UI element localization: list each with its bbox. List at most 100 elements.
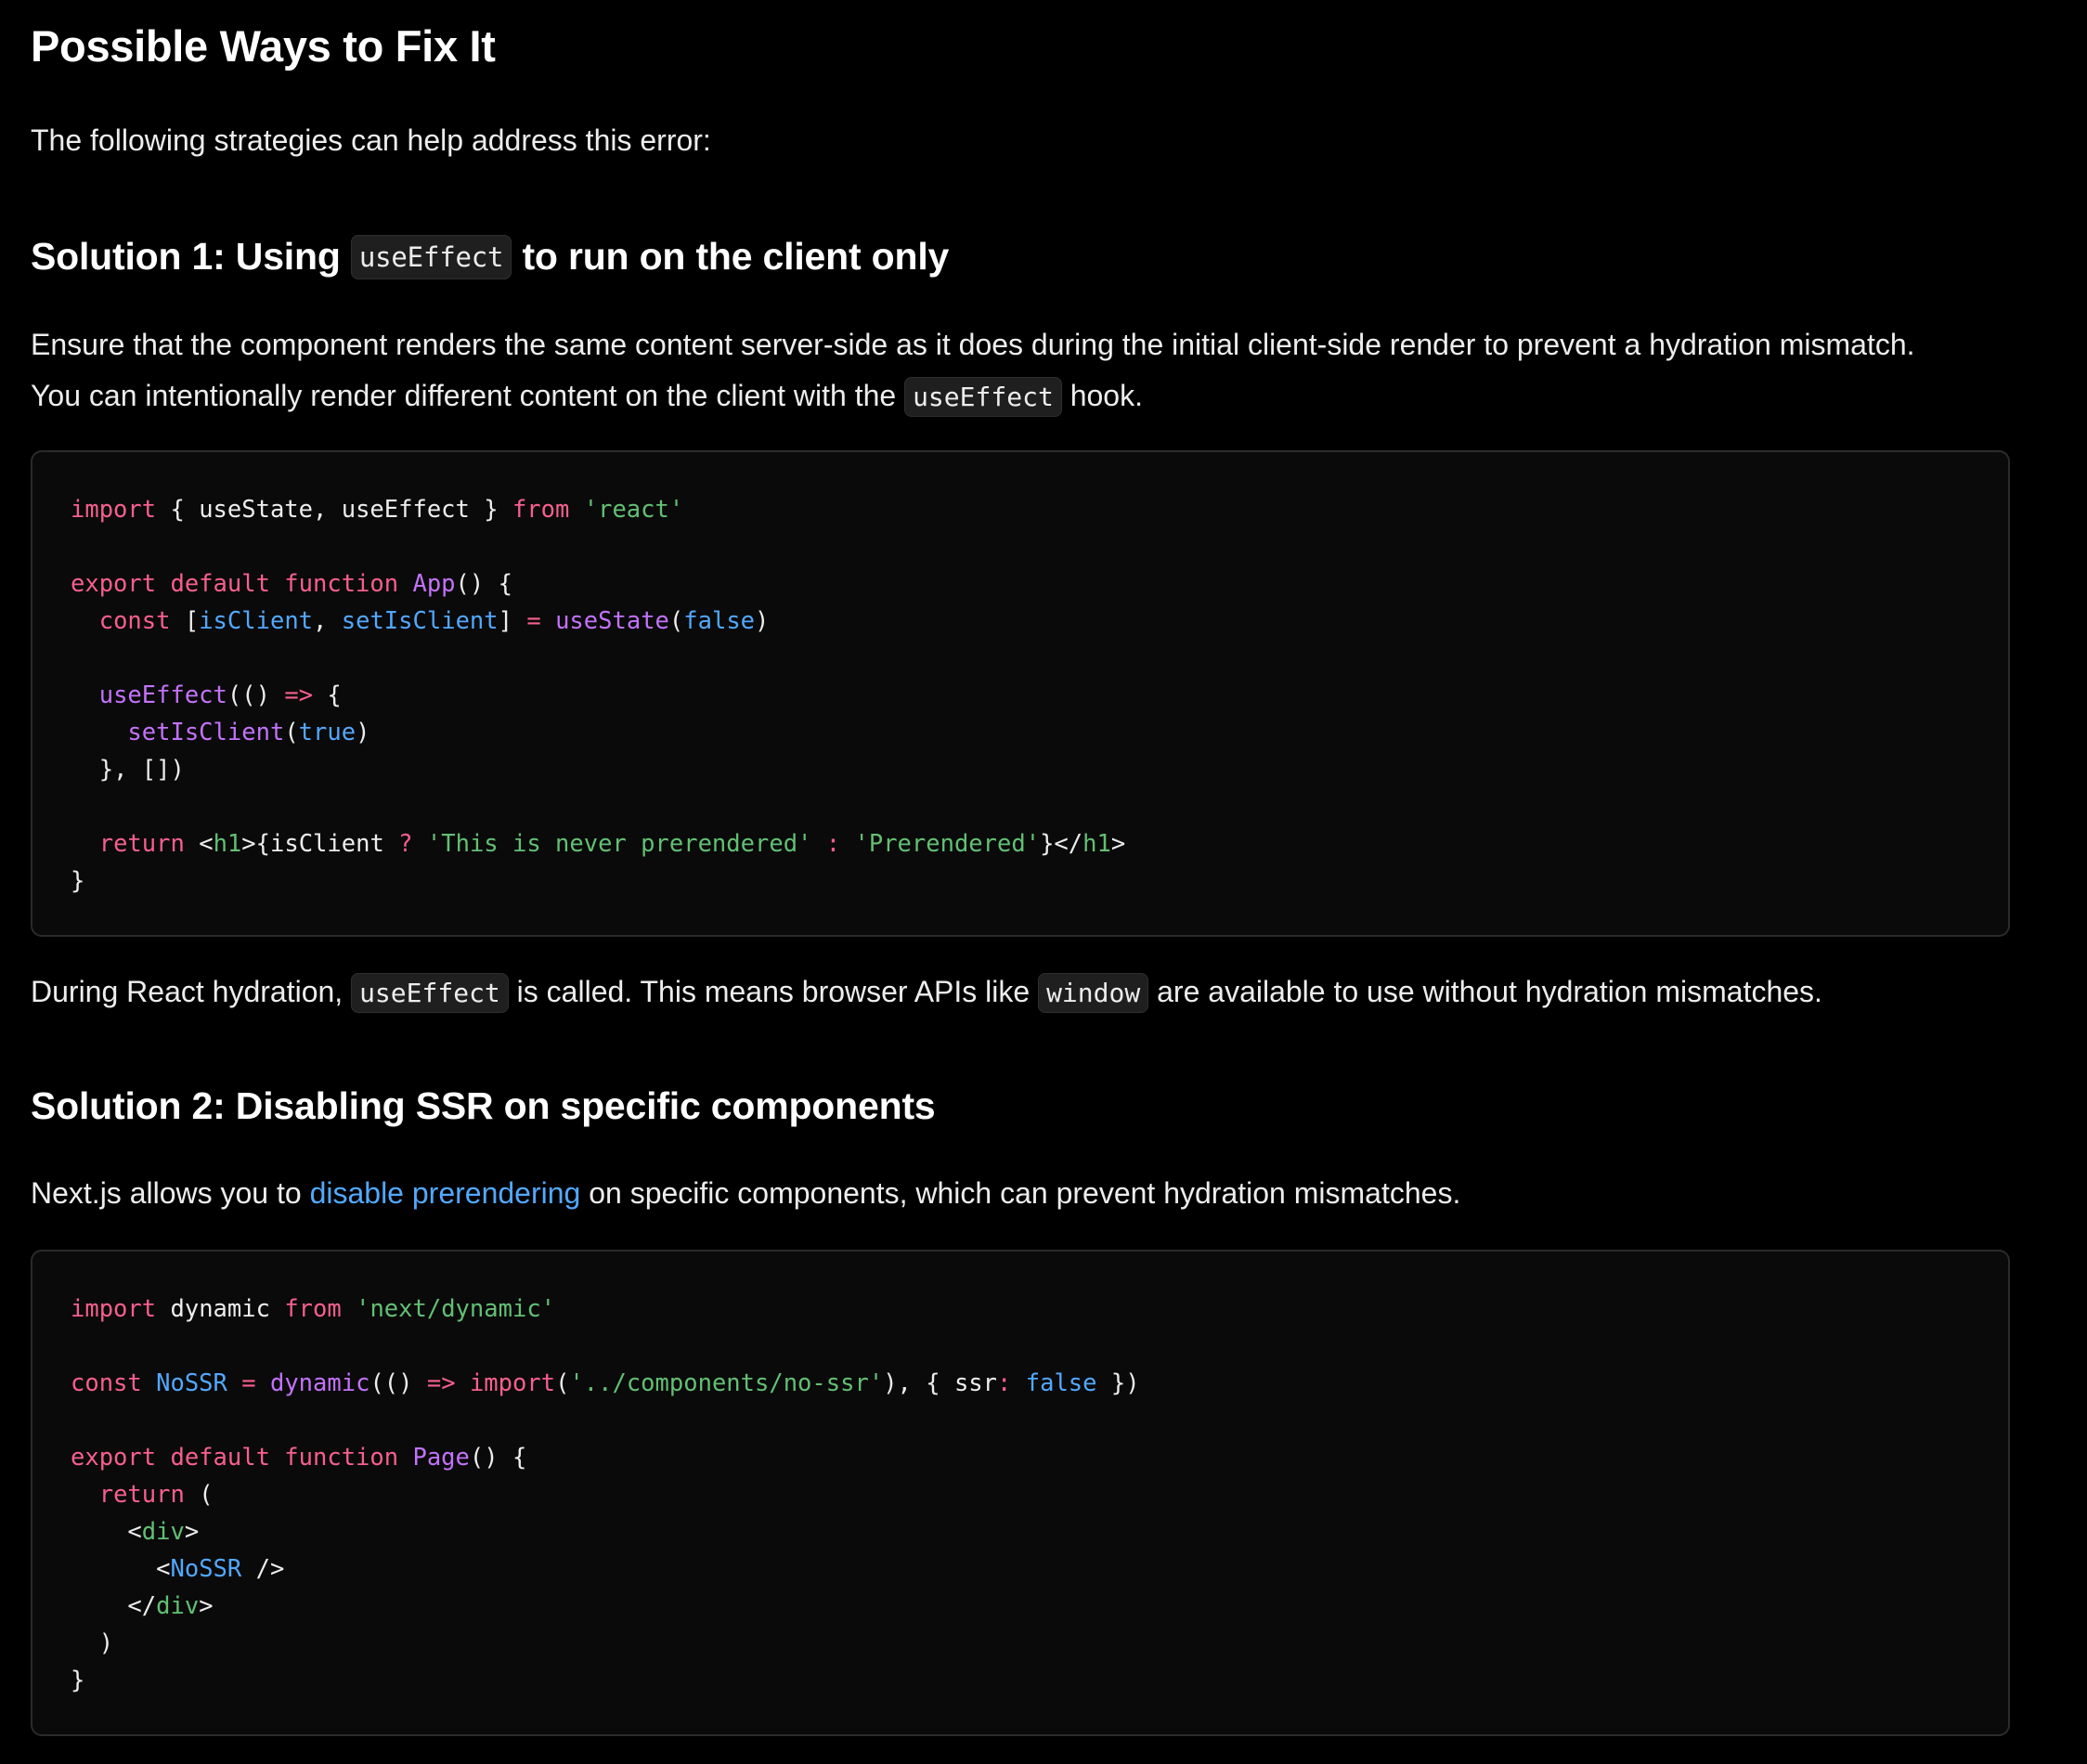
text-segment: are available to use without hydration m… [1157, 975, 1822, 1008]
text-segment: on specific components, which can preven… [589, 1176, 1461, 1210]
code-token: const [71, 1369, 142, 1397]
code-token: = [526, 607, 541, 635]
code-token: isClient [199, 607, 314, 635]
code-token: false [1025, 1369, 1097, 1397]
code-token: (() [369, 1369, 427, 1397]
code-token: dynamic [170, 1295, 270, 1323]
solution-1-after-paragraph: During React hydration, useEffect is cal… [31, 966, 1822, 1019]
text-segment: Next.js allows you to [31, 1176, 302, 1210]
code-token: export default function [71, 1444, 399, 1472]
code-token: 'next/dynamic' [356, 1295, 556, 1323]
code-token: () { [469, 1444, 527, 1472]
code-token: import [71, 1295, 157, 1323]
code-token: < [127, 1518, 142, 1546]
inline-code: useEffect [351, 973, 509, 1013]
solution-1-heading-prefix: Solution 1: Using [31, 235, 341, 278]
code-line: return ( [71, 1476, 2008, 1513]
code-line: <div> [71, 1513, 2008, 1550]
code-token: const [98, 607, 171, 635]
code-token: ( [184, 1481, 214, 1509]
code-token: > [1110, 830, 1126, 858]
code-token: ( [284, 719, 299, 746]
solution-2-paragraph: Next.js allows you to disable prerenderi… [31, 1167, 1460, 1219]
code-token: = [241, 1369, 256, 1397]
code-token: } [71, 867, 85, 895]
code-token: () { [455, 570, 512, 598]
code-token: import [469, 1369, 556, 1397]
code-token: ( [668, 607, 684, 635]
page-title: Possible Ways to Fix It [31, 21, 496, 71]
inline-code: useEffect [904, 377, 1062, 417]
solution-2-heading: Solution 2: Disabling SSR on specific co… [31, 1084, 936, 1127]
code-token: ) [98, 1629, 114, 1657]
code-line: ) [71, 1625, 2008, 1662]
code-token: => [426, 1369, 456, 1397]
code-token: App [412, 570, 456, 598]
code-line: } [71, 1662, 2008, 1699]
code-line: const NoSSR = dynamic(() => import('../c… [71, 1365, 2008, 1402]
solution-1-heading: Solution 1: Using useEffect to run on th… [31, 235, 949, 279]
text-segment: You can intentionally render different c… [31, 379, 897, 412]
code-token: } [71, 1667, 85, 1694]
intro-paragraph: The following strategies can help addres… [31, 123, 711, 157]
code-token: ) [755, 607, 770, 635]
code-line: } [71, 863, 2008, 900]
code-token: </ [127, 1592, 157, 1620]
code-token: ), { ssr [883, 1369, 998, 1397]
code-token: useState [555, 607, 669, 635]
code-token: ] [498, 607, 527, 635]
code-line: export default function App() { [71, 565, 2008, 603]
code-line: return <h1>{isClient ? 'This is never pr… [71, 825, 2008, 863]
code-token: import [71, 496, 157, 524]
code-token: useEffect [98, 681, 227, 709]
code-token: NoSSR [156, 1369, 227, 1397]
text-segment: is called. This means browser APIs like [516, 975, 1031, 1008]
disable-prerendering-link[interactable]: disable prerendering [310, 1176, 581, 1210]
code-line: useEffect(() => { [71, 677, 2008, 714]
code-token: => [284, 681, 314, 709]
code-token: return [98, 830, 185, 858]
code-token: div [141, 1518, 185, 1546]
text-segment: hook. [1069, 379, 1143, 412]
code-token: true [298, 719, 356, 746]
inline-code: window [1038, 973, 1149, 1013]
code-token: > [199, 1592, 214, 1620]
code-token: ? [398, 830, 413, 858]
code-token: [ [184, 607, 200, 635]
code-line: const [isClient, setIsClient] = useState… [71, 603, 2008, 640]
code-token: ) [356, 719, 370, 746]
code-token: < [199, 830, 214, 858]
code-token: /> [241, 1555, 285, 1583]
code-token: ( [555, 1369, 570, 1397]
code-token: NoSSR [170, 1555, 242, 1583]
code-token: }</ [1040, 830, 1083, 858]
code-token: false [683, 607, 756, 635]
code-token: : [825, 830, 841, 858]
code-token: (() [227, 681, 285, 709]
code-line: import { useState, useEffect } from 'rea… [71, 491, 2008, 528]
solution-1-paragraph-line-2: You can intentionally render different c… [31, 370, 1143, 423]
solution-1-paragraph-line-1: Ensure that the component renders the sa… [31, 328, 1915, 361]
code-block-2[interactable]: import dynamic from 'next/dynamic' const … [31, 1250, 2010, 1736]
code-token: { useState, useEffect } [170, 496, 499, 524]
code-token: h1 [1082, 830, 1111, 858]
code-token: > [184, 1518, 200, 1546]
code-token: }) [1096, 1369, 1140, 1397]
code-line: }, []) [71, 751, 2008, 788]
code-token: Page [412, 1444, 470, 1472]
inline-code: useEffect [350, 235, 512, 279]
code-token: }, []) [98, 756, 185, 784]
code-token: div [156, 1592, 200, 1620]
code-token: export default function [71, 570, 399, 598]
code-token: h1 [213, 830, 242, 858]
code-token: 'react' [583, 496, 684, 524]
code-line: </div> [71, 1588, 2008, 1625]
code-token: '../components/no-ssr' [569, 1369, 884, 1397]
solution-1-heading-suffix: to run on the client only [522, 235, 950, 278]
code-block-1[interactable]: import { useState, useEffect } from 'rea… [31, 450, 2010, 937]
